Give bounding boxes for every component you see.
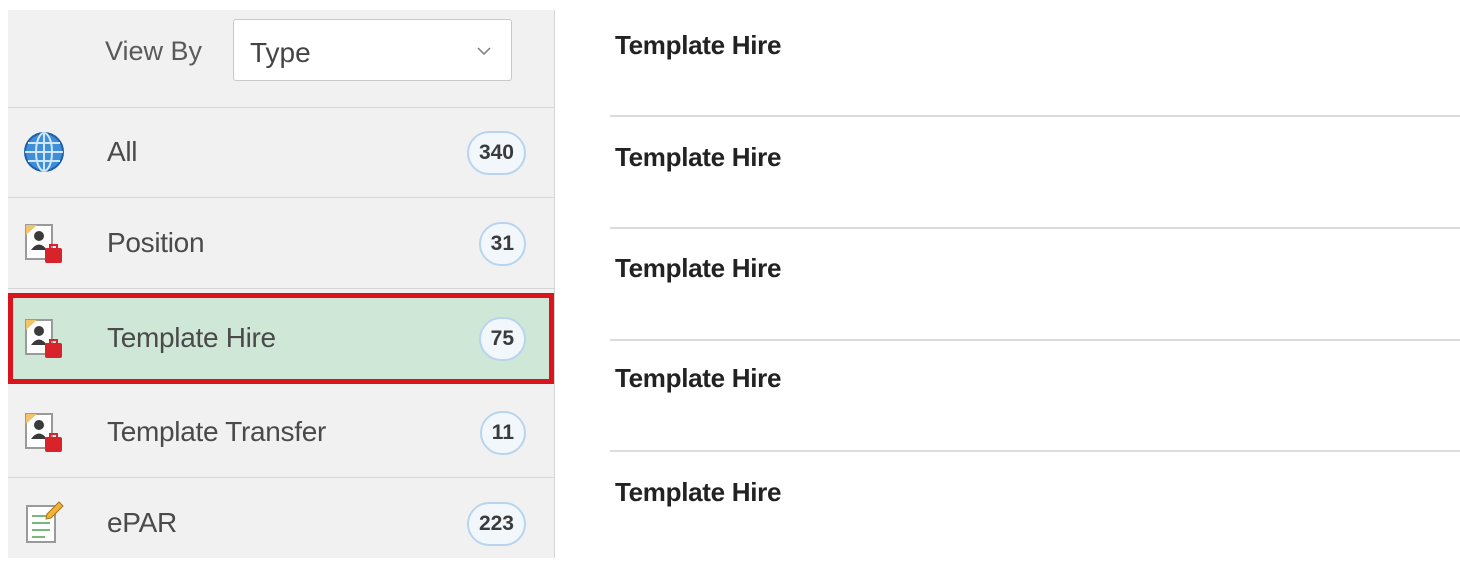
category-item-template-hire[interactable]: Template Hire 75 [8, 293, 554, 384]
transaction-row[interactable]: Template Hire [610, 0, 1460, 111]
category-label: Position [107, 227, 205, 258]
category-label: Template Transfer [107, 416, 326, 447]
view-by-label: View By [105, 36, 203, 66]
category-label: Template Hire [107, 322, 276, 353]
person-document-icon [25, 319, 62, 358]
count-badge: 75 [478, 317, 526, 361]
transaction-row[interactable]: Template Hire [610, 117, 1460, 228]
category-item-position[interactable]: Position 31 [8, 198, 554, 289]
transaction-title: Template Hire [615, 363, 782, 393]
transaction-title: Template Hire [615, 477, 782, 507]
category-label: All [107, 136, 138, 167]
count-badge: 340 [466, 131, 526, 175]
count-badge: 31 [478, 222, 526, 266]
transaction-title: Template Hire [615, 30, 782, 60]
globe-icon [24, 132, 64, 172]
category-panel: View By Type All 340 Position 31 Templat… [8, 10, 555, 558]
view-by-select-value: Type [250, 37, 311, 68]
category-item-all[interactable]: All 340 [8, 107, 554, 198]
transaction-title: Template Hire [615, 253, 782, 283]
transaction-row[interactable]: Template Hire [610, 452, 1460, 563]
form-pencil-icon [26, 501, 64, 543]
count-badge: 223 [466, 502, 526, 546]
transaction-row[interactable]: Template Hire [610, 341, 1460, 452]
count-badge: 11 [479, 411, 526, 455]
category-item-epar[interactable]: ePAR 223 [8, 478, 554, 569]
person-document-icon [25, 413, 62, 452]
person-document-icon [25, 224, 62, 263]
category-label: ePAR [107, 507, 177, 538]
view-by-select[interactable]: Type [233, 19, 512, 81]
transaction-list: Template Hire Template Hire Template Hir… [610, 0, 1460, 558]
view-by-bar: View By Type [8, 10, 554, 108]
transaction-title: Template Hire [615, 142, 782, 172]
chevron-down-icon [477, 47, 491, 56]
transaction-row[interactable]: Template Hire [610, 229, 1460, 340]
category-item-template-transfer[interactable]: Template Transfer 11 [8, 387, 554, 478]
